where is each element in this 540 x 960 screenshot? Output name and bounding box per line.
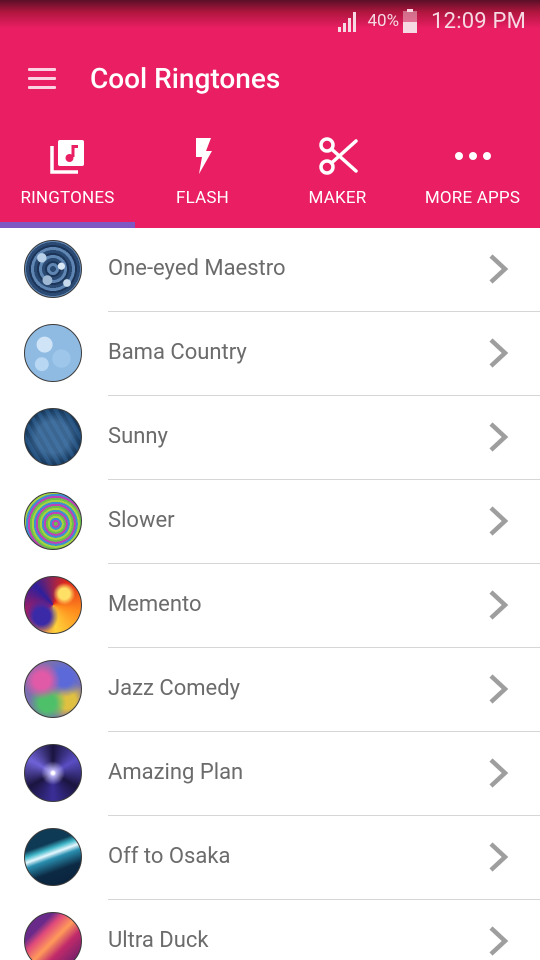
status-icons: 40% 12:09 PM [336,6,527,36]
hamburger-menu-icon[interactable] [28,68,56,90]
ringtone-title: Bama Country [108,340,247,365]
scissors-icon [318,137,358,175]
battery-percent: 40% [367,11,400,31]
ringtone-thumbnail [24,576,82,634]
ringtone-thumbnail [24,240,82,298]
battery-icon [403,9,418,33]
list-item[interactable]: Jazz Comedy [0,648,540,732]
ringtone-thumbnail [24,408,82,466]
list-item[interactable]: Sunny [0,396,540,480]
music-library-icon [49,140,84,174]
ringtone-title: Sunny [108,424,168,449]
ringtone-thumbnail [24,492,82,550]
chevron-right-icon [489,254,509,284]
ringtone-title: Memento [108,592,202,617]
app-title: Cool Ringtones [90,62,281,95]
tab-more-apps[interactable]: MORE APPS [405,120,540,228]
signal-icon [337,12,356,32]
tab-label: MAKER [308,188,367,208]
chevron-right-icon [489,842,509,872]
list-item[interactable]: Slower [0,480,540,564]
ringtone-thumbnail [24,744,82,802]
ringtone-list: One-eyed Maestro Bama Country Sunny Slow… [0,228,540,960]
ringtone-thumbnail [24,324,82,382]
list-item[interactable]: Off to Osaka [0,816,540,900]
status-bar: 40% 12:09 PM [0,0,540,40]
tab-maker[interactable]: MAKER [270,120,405,228]
flash-icon [195,138,212,174]
chevron-right-icon [489,338,509,368]
ringtone-thumbnail [24,660,82,718]
ringtone-title: Amazing Plan [108,760,244,785]
tab-label: RINGTONES [20,188,115,208]
ringtone-title: Ultra Duck [108,928,209,953]
chevron-right-icon [489,758,509,788]
tab-ringtones[interactable]: RINGTONES [0,120,135,228]
list-item[interactable]: Bama Country [0,312,540,396]
chevron-right-icon [489,590,509,620]
app-bar: Cool Ringtones [0,40,540,120]
list-item[interactable]: Memento [0,564,540,648]
status-clock: 12:09 PM [431,8,526,34]
chevron-right-icon [489,506,509,536]
ringtone-title: Off to Osaka [108,844,231,869]
tab-label: FLASH [175,188,230,208]
chevron-right-icon [489,926,509,956]
chevron-right-icon [489,674,509,704]
ringtone-thumbnail [24,828,82,886]
chevron-right-icon [489,422,509,452]
ringtone-title: One-eyed Maestro [108,256,286,281]
tab-flash[interactable]: FLASH [135,120,270,228]
list-item[interactable]: Amazing Plan [0,732,540,816]
more-dots-icon [454,152,491,160]
tab-label: MORE APPS [424,188,521,208]
list-item[interactable]: Ultra Duck [0,900,540,960]
ringtone-thumbnail [24,912,82,960]
ringtone-title: Jazz Comedy [108,676,241,701]
tab-bar: RINGTONES FLASH MAKER MORE APPS [0,120,540,228]
ringtone-title: Slower [108,508,175,533]
list-item[interactable]: One-eyed Maestro [0,228,540,312]
